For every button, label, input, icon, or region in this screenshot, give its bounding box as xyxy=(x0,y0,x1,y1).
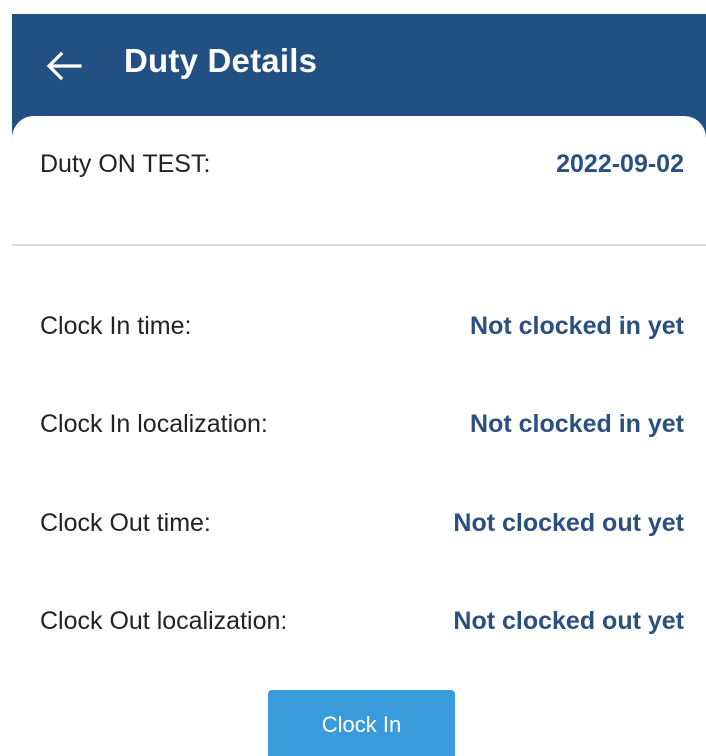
status-area xyxy=(0,0,706,14)
back-button[interactable] xyxy=(42,44,86,88)
duty-header-row: Duty ON TEST: 2022-09-02 xyxy=(40,147,684,181)
clock-in-localization-row: Clock In localization: Not clocked in ye… xyxy=(40,407,684,441)
clock-out-time-value: Not clocked out yet xyxy=(453,508,684,537)
arrow-left-icon xyxy=(46,51,82,81)
duty-label: Duty ON TEST: xyxy=(40,149,211,178)
clock-in-time-row: Clock In time: Not clocked in yet xyxy=(40,309,684,343)
clock-out-time-row: Clock Out time: Not clocked out yet xyxy=(40,506,684,540)
clock-out-localization-row: Clock Out localization: Not clocked out … xyxy=(40,604,684,638)
clock-in-localization-label: Clock In localization: xyxy=(40,409,268,438)
clock-out-time-label: Clock Out time: xyxy=(40,508,211,537)
clock-in-button[interactable]: Clock In xyxy=(268,690,455,756)
clock-out-localization-label: Clock Out localization: xyxy=(40,606,288,635)
duty-date: 2022-09-02 xyxy=(556,149,684,178)
clock-out-localization-value: Not clocked out yet xyxy=(453,606,684,635)
clock-in-time-label: Clock In time: xyxy=(40,311,192,340)
page-title: Duty Details xyxy=(124,42,318,79)
section-divider xyxy=(12,244,706,246)
clock-in-localization-value: Not clocked in yet xyxy=(470,409,684,438)
clock-in-time-value: Not clocked in yet xyxy=(470,311,684,340)
duty-details-screen: Duty Details Duty ON TEST: 2022-09-02 Cl… xyxy=(0,0,706,756)
